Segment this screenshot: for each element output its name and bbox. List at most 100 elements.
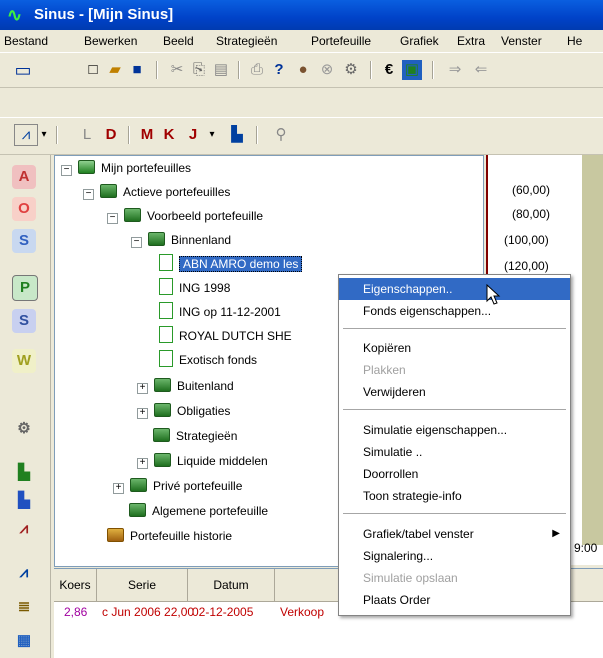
monitor-icon — [78, 160, 95, 174]
tree-node-abn-amro[interactable]: ABN AMRO demo les — [159, 254, 303, 274]
tree-node-prive[interactable]: + Privé portefeuille — [113, 476, 242, 496]
document-icon — [159, 350, 173, 367]
tree-node-liquide[interactable]: + Liquide middelen — [137, 451, 268, 471]
search-icon[interactable]: ⚲ — [270, 124, 292, 146]
app-a-icon[interactable]: A — [12, 165, 36, 189]
menu-extra[interactable]: Extra — [457, 34, 485, 48]
tree-node-exotisch[interactable]: Exotisch fonds — [159, 350, 257, 370]
menu-bestand[interactable]: Bestand — [4, 34, 48, 48]
screen-icon[interactable]: ▭ — [8, 59, 38, 81]
help-pointer-icon[interactable]: ? — [268, 59, 290, 81]
menu-beeld[interactable]: Beeld — [163, 34, 194, 48]
menu-item-verwijderen[interactable]: Verwijderen — [339, 381, 570, 403]
chart-signal-icon[interactable]: ⩘ — [12, 517, 36, 541]
folder-icon — [154, 378, 171, 392]
menu-grafiek[interactable]: Grafiek — [400, 34, 439, 48]
cut-icon[interactable]: ✂ — [166, 59, 188, 81]
tree-node-algemene[interactable]: Algemene portefeuille — [129, 501, 268, 521]
properties-icon[interactable]: ⚙ — [340, 59, 362, 81]
euro-icon[interactable]: € — [378, 59, 400, 81]
chart-m-icon[interactable]: M — [136, 124, 158, 146]
tree-node-root[interactable]: − Mijn portefeuilles — [61, 158, 191, 178]
document-search-icon — [159, 254, 173, 271]
menu-help[interactable]: He — [567, 34, 582, 48]
tree-node-ing-2001[interactable]: ING op 11-12-2001 — [159, 302, 281, 322]
title-bar[interactable]: ∿ Sinus - [Mijn Sinus] — [0, 0, 603, 30]
tree-node-binnenland[interactable]: − Binnenland — [131, 230, 231, 250]
tree-label: ING 1998 — [179, 281, 231, 295]
chart-d-icon[interactable]: D — [100, 124, 122, 146]
copy-icon[interactable]: ⎘ — [188, 59, 210, 81]
app-w-icon[interactable]: W — [12, 349, 36, 373]
open-folder-icon[interactable]: ▰ — [104, 59, 126, 81]
collapse-icon[interactable]: − — [131, 237, 142, 248]
ledger-icon[interactable]: ≣ — [12, 595, 36, 619]
app-si-icon[interactable]: S — [12, 309, 36, 333]
chart-green-icon[interactable]: ▙ — [12, 461, 36, 485]
tree-node-royal-dutch[interactable]: ROYAL DUTCH SHE — [159, 326, 292, 346]
tree-node-buitenland[interactable]: + Buitenland — [137, 376, 234, 396]
tree-node-historie[interactable]: Portefeuille historie — [107, 526, 232, 546]
mouse-cursor-icon — [486, 284, 501, 305]
menu-item-plaats-order[interactable]: Plaats Order — [339, 589, 570, 611]
print-icon[interactable]: ⎙ — [246, 59, 268, 81]
app-s-icon[interactable]: S — [12, 229, 36, 253]
chart-type-icon[interactable]: ⩘ — [14, 124, 38, 146]
chart-circle-icon[interactable]: L — [76, 124, 98, 146]
back-icon[interactable]: ⇐ — [470, 59, 492, 81]
collapse-icon[interactable]: − — [107, 213, 118, 224]
menu-item-fonds-eigenschappen[interactable]: Fonds eigenschappen... — [339, 300, 570, 322]
menu-strategieen[interactable]: Strategieën — [216, 34, 277, 48]
expand-icon[interactable]: + — [137, 458, 148, 469]
main-toolbar: ▭ □ ▰ ■ ✂ ⎘ ▤ ⎙ ? ● ⊗ ⚙ € ▣ ⇒ ⇐ — [0, 52, 603, 88]
app-o-icon[interactable]: O — [12, 197, 36, 221]
menu-item-simulatie-eigenschappen[interactable]: Simulatie eigenschappen... — [339, 419, 570, 441]
collapse-icon[interactable]: − — [83, 189, 94, 200]
menu-item-kopieren[interactable]: Kopiëren — [339, 337, 570, 359]
menu-item-simulatie[interactable]: Simulatie .. — [339, 441, 570, 463]
tree-label: Obligaties — [177, 404, 231, 418]
stop-icon[interactable]: ⊗ — [316, 59, 338, 81]
menu-portefeuille[interactable]: Portefeuille — [311, 34, 371, 48]
forward-icon[interactable]: ⇒ — [444, 59, 466, 81]
chart-k-icon[interactable]: K — [158, 124, 180, 146]
tree-label: Voorbeeld portefeuille — [147, 209, 264, 223]
menu-item-grafiek-tabel[interactable]: Grafiek/tabel venster ▶ — [339, 523, 570, 545]
menu-item-plakken: Plakken — [363, 363, 406, 377]
tree-label: Privé portefeuille — [153, 479, 243, 493]
save-icon[interactable]: ■ — [126, 59, 148, 81]
new-doc-icon[interactable]: □ — [82, 59, 104, 81]
tree-node-active[interactable]: − Actieve portefeuilles — [83, 182, 230, 202]
expand-icon[interactable]: + — [137, 408, 148, 419]
collapse-icon[interactable]: − — [61, 165, 72, 176]
chart-line-icon[interactable]: ⩘ — [12, 561, 36, 585]
dropdown-arrow-icon-2[interactable]: ▾ — [206, 124, 218, 146]
tree-label: Exotisch fonds — [179, 353, 258, 367]
tree-node-ing-1998[interactable]: ING 1998 — [159, 278, 230, 298]
menu-item-toon-strategie-info[interactable]: Toon strategie-info — [339, 485, 570, 507]
expand-icon[interactable]: + — [137, 383, 148, 394]
app-p-icon[interactable]: P — [12, 275, 38, 301]
chart-blue-icon[interactable]: ▙ — [12, 489, 36, 513]
paste-icon[interactable]: ▤ — [210, 59, 232, 81]
tree-node-obligaties[interactable]: + Obligaties — [137, 401, 230, 421]
tree-label: Actieve portefeuilles — [123, 185, 231, 199]
tree-node-example[interactable]: − Voorbeeld portefeuille — [107, 206, 263, 226]
dropdown-arrow-icon[interactable]: ▾ — [38, 124, 50, 146]
chart-bars-icon[interactable]: ▙ — [226, 124, 248, 146]
tree-node-strategieen[interactable]: Strategieën — [153, 426, 237, 446]
menu-item-signalering[interactable]: Signalering... — [339, 545, 570, 567]
cell-datum: 02-12-2005 — [192, 605, 254, 619]
calendar-icon[interactable]: ▦ — [12, 629, 36, 653]
menu-item-doorrollen[interactable]: Doorrollen — [339, 463, 570, 485]
menu-bewerken[interactable]: Bewerken — [84, 34, 137, 48]
properties-side-icon[interactable]: ⚙ — [12, 417, 36, 441]
expand-icon[interactable]: + — [113, 483, 124, 494]
tree-label: Algemene portefeuille — [152, 504, 269, 518]
globe-icon[interactable]: ▣ — [402, 60, 422, 80]
menu-venster[interactable]: Venster — [501, 34, 542, 48]
menu-bar: Bestand Bewerken Beeld Strategieën Porte… — [0, 30, 603, 52]
menu-item-eigenschappen[interactable]: Eigenschappen.. — [339, 278, 570, 300]
chart-j-icon[interactable]: J — [182, 124, 204, 146]
bear-icon[interactable]: ● — [292, 59, 314, 81]
